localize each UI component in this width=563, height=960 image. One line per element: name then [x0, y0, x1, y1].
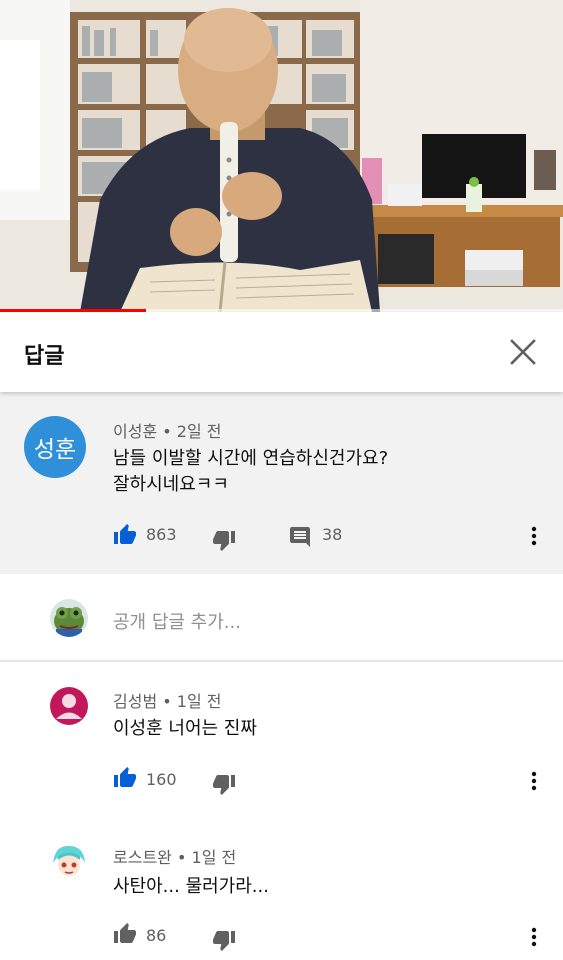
- avatar[interactable]: 성훈: [24, 416, 86, 478]
- like-button[interactable]: [113, 766, 137, 794]
- video-frame: [0, 0, 563, 312]
- like-count: 86: [146, 926, 167, 945]
- comment-text: 이성훈 너어는 진짜: [113, 718, 257, 739]
- avatar-initials: 성훈: [33, 437, 77, 463]
- avatar[interactable]: [50, 687, 88, 725]
- like-count: 160: [146, 770, 177, 789]
- more-vert-icon: [531, 771, 537, 791]
- reply-count: 38: [322, 525, 343, 544]
- thumbs-up-icon: [114, 923, 136, 943]
- anime-avatar-icon: [50, 843, 88, 881]
- like-count: 863: [146, 525, 177, 544]
- default-user-icon: [56, 694, 82, 719]
- more-vert-icon: [531, 927, 537, 947]
- panel-title: 답글: [24, 344, 65, 369]
- comment-author[interactable]: 로스트완: [113, 848, 172, 867]
- frog-avatar-icon: [50, 599, 88, 637]
- thumbs-down-icon: [213, 931, 235, 951]
- comment-time[interactable]: 2일 전: [177, 422, 222, 441]
- reply-button[interactable]: [288, 525, 312, 553]
- reply-input-row: 공개 답글 추가...: [0, 574, 563, 662]
- dislike-button[interactable]: [212, 928, 236, 956]
- like-button[interactable]: [113, 922, 137, 950]
- comment-text-line-2: 잘하시네요ㅋㅋ: [113, 474, 229, 495]
- comment-time[interactable]: 1일 전: [177, 692, 222, 711]
- dislike-button[interactable]: [212, 528, 236, 556]
- more-vert-icon: [531, 526, 537, 546]
- thumbs-up-icon: [114, 767, 136, 787]
- comment-icon: [290, 527, 310, 547]
- comment-text: 사탄아... 물러가라...: [113, 876, 269, 897]
- thumbs-up-icon: [114, 524, 136, 544]
- more-options-button[interactable]: [522, 524, 546, 548]
- reply-input[interactable]: 공개 답글 추가...: [113, 608, 241, 634]
- current-user-avatar: [50, 599, 88, 637]
- reply-item: 로스트완 • 1일 전 사탄아... 물러가라... 86: [0, 818, 563, 960]
- replies-panel-header: 답글: [0, 312, 563, 392]
- thumbs-down-icon: [213, 531, 235, 551]
- comment-meta: 로스트완 • 1일 전: [113, 844, 236, 868]
- thumbs-down-icon: [213, 775, 235, 795]
- dislike-button[interactable]: [212, 772, 236, 800]
- video-player[interactable]: [0, 0, 563, 312]
- like-button[interactable]: [113, 523, 137, 551]
- comment-author[interactable]: 김성범: [113, 692, 157, 711]
- close-icon: [510, 339, 536, 365]
- meta-separator: •: [176, 848, 187, 867]
- parent-comment: 성훈 이성훈 • 2일 전 남들 이발할 시간에 연습하신건가요? 잘하시네요ㅋ…: [0, 392, 563, 574]
- comment-time[interactable]: 1일 전: [192, 848, 237, 867]
- meta-separator: •: [162, 692, 172, 711]
- more-options-button[interactable]: [522, 925, 546, 949]
- comment-meta: 김성범 • 1일 전: [113, 688, 222, 712]
- meta-separator: •: [162, 422, 172, 441]
- reply-item: 김성범 • 1일 전 이성훈 너어는 진짜 160: [0, 662, 563, 818]
- close-button[interactable]: [507, 336, 539, 368]
- comment-text-line-1: 남들 이발할 시간에 연습하신건가요?: [113, 448, 389, 469]
- comment-meta: 이성훈 • 2일 전: [113, 418, 222, 442]
- avatar[interactable]: [50, 843, 88, 881]
- comment-author[interactable]: 이성훈: [113, 422, 157, 441]
- more-options-button[interactable]: [522, 769, 546, 793]
